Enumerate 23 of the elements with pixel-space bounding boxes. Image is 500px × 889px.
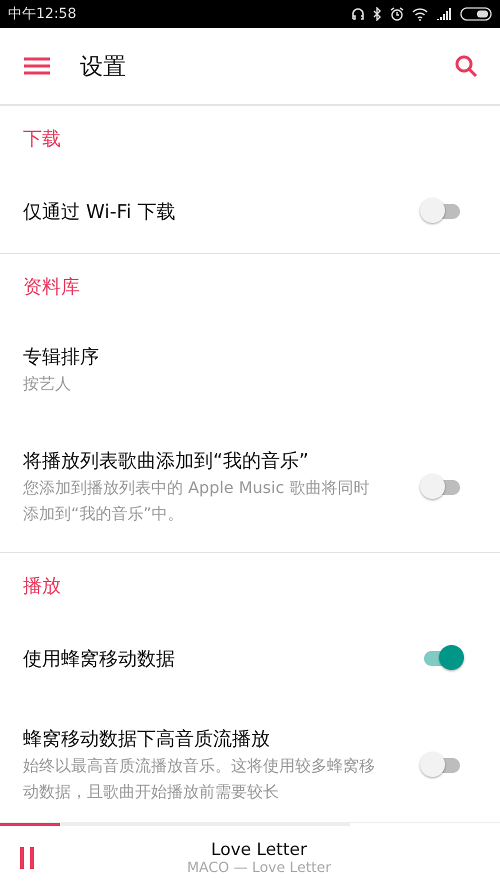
clock: 中午12:58: [8, 5, 76, 23]
section-heading: 播放: [22, 574, 62, 599]
battery-icon: [460, 7, 492, 21]
track-title: Love Letter: [211, 840, 307, 860]
setting-label: 将播放列表歌曲添加到“我的音乐”: [23, 449, 310, 474]
alarm-icon: [390, 7, 404, 21]
pause-button[interactable]: [20, 846, 34, 868]
setting-description: 始终以最高音质流播放音乐。这将使用较多蜂窝移动数据，且歌曲开始播放前需要较长: [23, 755, 376, 803]
page-title: 设置: [80, 52, 127, 82]
signal-icon: [436, 8, 452, 20]
setting-value: 按艺人: [23, 373, 72, 395]
section-heading: 资料库: [22, 275, 81, 300]
wifi-icon: [412, 8, 428, 20]
setting-description: 您添加到播放列表中的 Apple Music 歌曲将同时添加到“我的音乐”中。: [23, 477, 370, 525]
setting-label: 专辑排序: [23, 345, 100, 370]
setting-label: 蜂窝移动数据下高音质流播放: [23, 727, 271, 752]
headphones-icon: [351, 7, 365, 21]
section-heading: 下载: [22, 127, 62, 152]
setting-label: 使用蜂窝移动数据: [23, 646, 176, 672]
setting-label: 仅通过 Wi-Fi 下载: [23, 200, 176, 224]
track-artist: MACO — Love Letter: [186, 860, 332, 876]
bluetooth-icon: [373, 7, 382, 21]
setting-row[interactable]: 专辑排序 按艺人: [0, 318, 500, 422]
